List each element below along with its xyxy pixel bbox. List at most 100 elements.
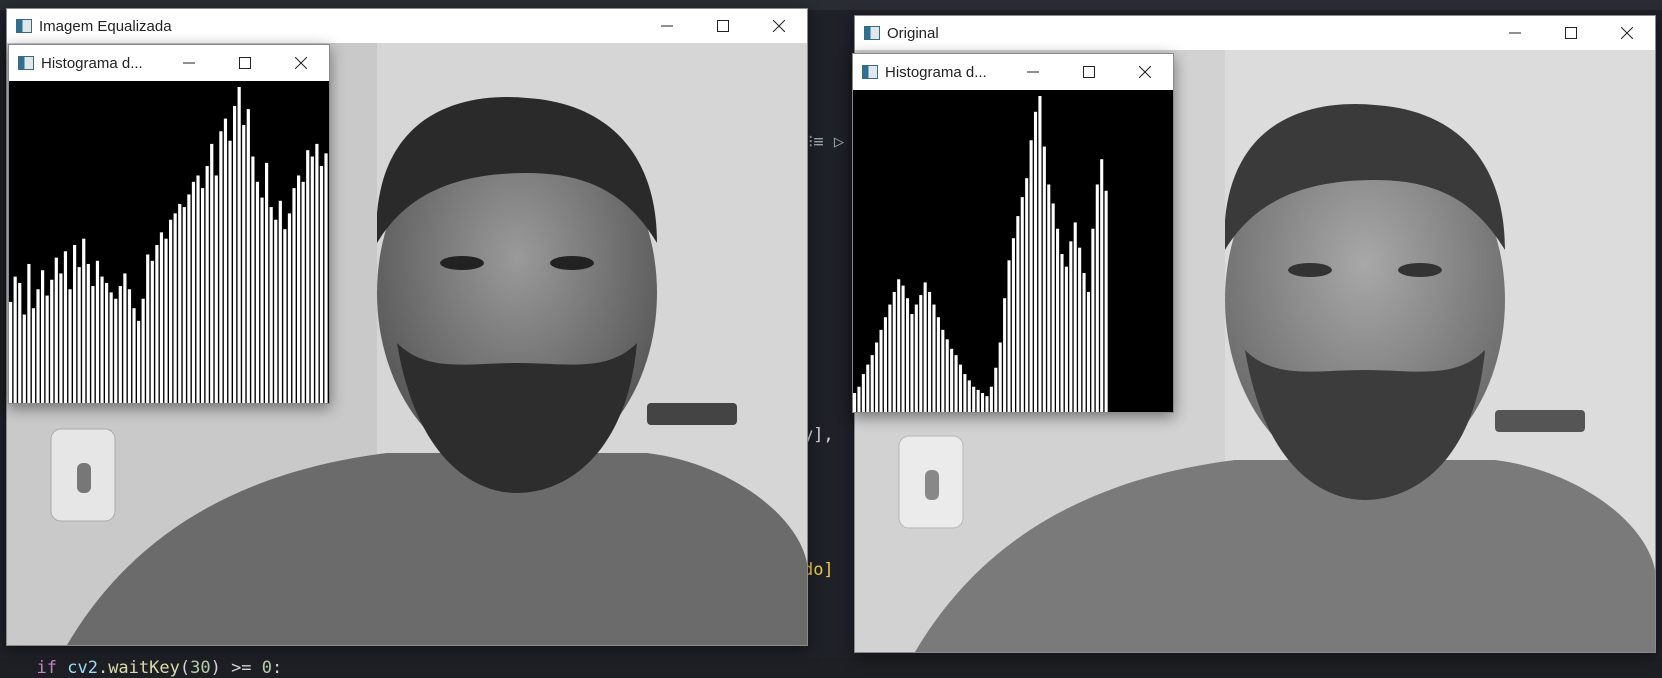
equalized-histogram-bars <box>9 87 328 403</box>
histogram-bar <box>201 188 205 403</box>
histogram-bar <box>59 273 63 403</box>
histogram-bar <box>1056 228 1060 412</box>
histogram-bar <box>210 143 214 403</box>
equalized-histogram-plot <box>9 81 329 403</box>
window-title: Imagem Equalizada <box>39 17 172 35</box>
maximize-button[interactable] <box>1061 54 1117 90</box>
histogram-bar <box>109 292 113 403</box>
minimize-button[interactable] <box>1487 16 1543 50</box>
editor-toolbar-icons: ⁝≡ ▷ <box>808 132 845 152</box>
histogram-bar <box>36 289 40 403</box>
histogram-bar <box>1011 238 1015 412</box>
window-title: Histograma d... <box>885 63 987 81</box>
histogram-bar <box>315 143 319 403</box>
histogram-bar <box>265 162 269 403</box>
histogram-bar <box>1025 178 1029 412</box>
code-function: waitKey <box>108 658 180 678</box>
histogram-bar <box>910 314 914 412</box>
original-histogram-window[interactable]: Histograma d... <box>852 53 1174 413</box>
histogram-bar <box>223 118 228 403</box>
histogram-bar <box>981 393 985 412</box>
maximize-icon <box>1083 66 1095 78</box>
histogram-bar <box>73 245 77 403</box>
equalized-titlebar[interactable]: Imagem Equalizada <box>7 9 807 43</box>
histogram-bar <box>1060 254 1064 412</box>
histogram-bar <box>941 329 945 412</box>
histogram-bar <box>883 317 887 412</box>
histogram-bar <box>228 140 232 403</box>
maximize-button[interactable] <box>1543 16 1599 50</box>
histogram-bar <box>50 279 54 403</box>
histogram-bar <box>998 342 1002 412</box>
histogram-bar <box>159 232 164 403</box>
close-button[interactable] <box>273 45 329 81</box>
histogram-bar <box>287 213 292 403</box>
histogram-bar <box>923 282 927 412</box>
histogram-bar <box>1007 260 1011 412</box>
histogram-bar <box>22 314 26 403</box>
histogram-bar <box>976 389 980 412</box>
close-button[interactable] <box>1599 16 1655 50</box>
original-histogram-plot <box>853 90 1173 412</box>
histogram-bar <box>1020 197 1024 412</box>
histogram-bar <box>105 282 109 403</box>
histogram-bar <box>127 289 132 403</box>
histogram-bar <box>958 364 963 412</box>
minimize-icon <box>661 25 673 27</box>
histogram-bar <box>255 181 260 403</box>
app-window-icon <box>16 19 32 33</box>
app-window-icon <box>864 26 880 40</box>
histogram-bar <box>857 386 861 412</box>
histogram-bar <box>169 219 173 403</box>
histogram-bar <box>269 207 273 403</box>
maximize-icon <box>1565 27 1577 39</box>
minimize-button[interactable] <box>1005 54 1061 90</box>
histogram-bar <box>237 87 241 403</box>
histogram-bar <box>967 380 971 412</box>
original-histogram-bars <box>853 96 1108 412</box>
histogram-bar <box>1042 146 1046 412</box>
histogram-bar <box>892 291 896 412</box>
minimize-button[interactable] <box>161 45 217 81</box>
histogram-bar <box>936 317 940 412</box>
histogram-bar <box>191 181 196 403</box>
histogram-bar <box>1069 241 1073 412</box>
maximize-button[interactable] <box>695 9 751 43</box>
histogram-bar <box>1100 159 1104 412</box>
histogram-bar <box>879 329 883 412</box>
histogram-bar <box>1091 228 1095 412</box>
equalized-hist-titlebar[interactable]: Histograma d... <box>9 45 329 81</box>
histogram-bar <box>1051 203 1055 412</box>
minimize-button[interactable] <box>639 9 695 43</box>
equalized-histogram-window[interactable]: Histograma d... <box>8 44 330 404</box>
close-icon <box>1139 66 1151 78</box>
maximize-icon <box>239 57 251 69</box>
histogram-bar <box>950 348 954 412</box>
histogram-bar <box>68 289 72 403</box>
window-title: Histograma d... <box>41 54 143 72</box>
code-number: 30 <box>190 658 211 678</box>
histogram-bar <box>861 374 865 412</box>
original-hist-titlebar[interactable]: Histograma d... <box>853 54 1173 90</box>
histogram-bar <box>994 367 998 412</box>
window-title: Original <box>887 24 939 42</box>
minimize-icon <box>183 62 195 64</box>
original-titlebar[interactable]: Original <box>855 16 1655 50</box>
code-colon: : <box>272 658 283 678</box>
close-button[interactable] <box>1117 54 1173 90</box>
maximize-button[interactable] <box>217 45 273 81</box>
histogram-bar <box>932 304 936 412</box>
histogram-bar <box>242 124 246 403</box>
histogram-bar <box>246 109 250 403</box>
histogram-bar <box>1086 291 1091 412</box>
histogram-bar <box>945 339 949 412</box>
histogram-bar <box>155 245 159 403</box>
histogram-bar <box>310 156 314 403</box>
histogram-bar <box>137 320 141 403</box>
histogram-bar <box>18 282 22 403</box>
histogram-bar <box>118 286 122 403</box>
close-button[interactable] <box>751 9 807 43</box>
code-zero: 0 <box>261 658 273 678</box>
histogram-bar <box>45 295 49 403</box>
code-object: cv2 <box>67 658 98 678</box>
